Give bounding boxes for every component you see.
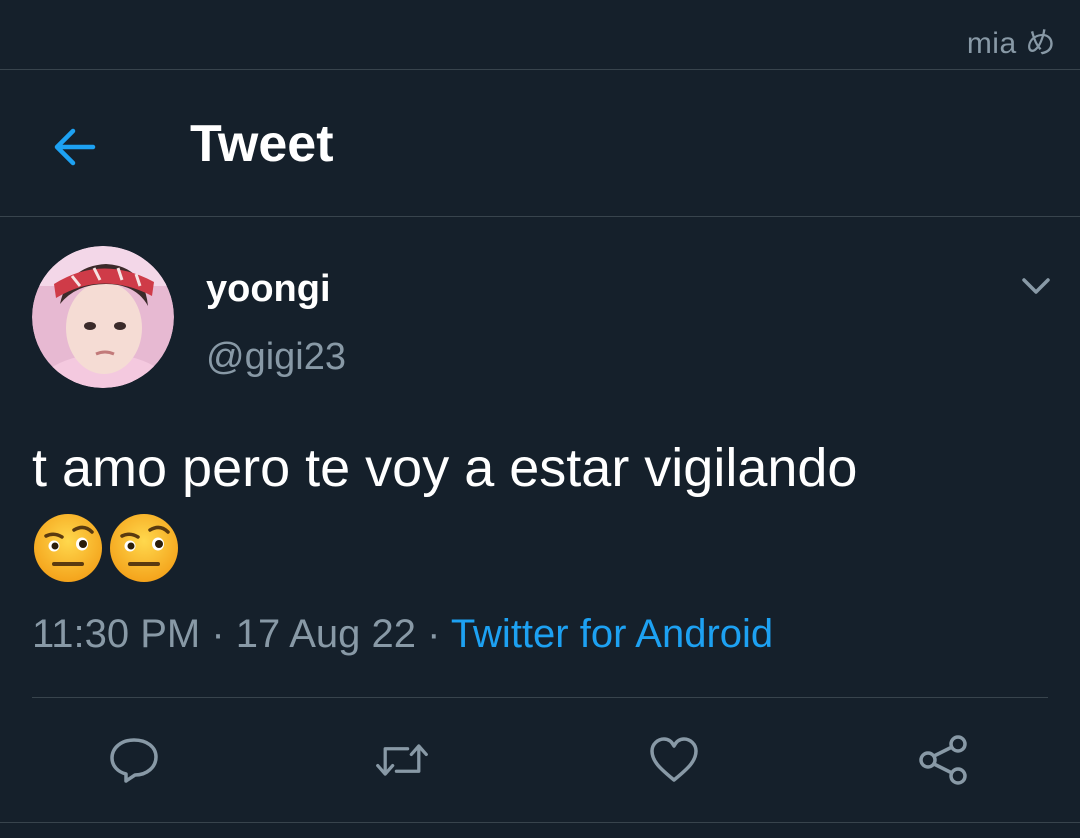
meta-separator: · (200, 612, 236, 656)
retweet-icon (376, 744, 428, 776)
retweet-button[interactable] (374, 734, 430, 786)
tweet-date: 17 Aug 22 (235, 612, 416, 656)
avatar[interactable] (32, 246, 174, 388)
avatar-image (32, 246, 174, 388)
back-button[interactable] (44, 117, 104, 177)
header-bar: Tweet (0, 70, 1080, 216)
tweet-time: 11:30 PM (32, 612, 201, 656)
more-options-button[interactable] (1014, 268, 1058, 304)
share-button[interactable] (916, 734, 972, 786)
bottom-divider (0, 822, 1080, 823)
tweet-emojis (32, 512, 180, 584)
face-with-raised-eyebrow-emoji (34, 514, 102, 582)
face-with-raised-eyebrow-emoji (110, 514, 178, 582)
user-handle[interactable]: @gigi23 (206, 336, 346, 379)
arrow-left-icon (54, 128, 96, 166)
tweet-metadata: 11:30 PM · 17 Aug 22 · Twitter for Andro… (32, 612, 773, 657)
like-button[interactable] (646, 734, 702, 786)
meta-separator: · (415, 612, 451, 656)
watermark: mia め (966, 27, 1056, 60)
display-name[interactable]: yoongi (206, 268, 331, 311)
share-icon (919, 735, 967, 785)
tweet-actions-bar (0, 698, 1080, 822)
comment-icon (110, 738, 158, 783)
tweet-source-link[interactable]: Twitter for Android (451, 612, 773, 656)
page-title: Tweet (190, 115, 334, 173)
chevron-down-icon (1022, 278, 1050, 294)
reply-button[interactable] (106, 734, 162, 786)
header-divider (0, 216, 1080, 217)
tweet-detail-screen: mia め Tweet yoongi @gigi23 t amo pero te… (0, 0, 1080, 838)
tweet-text: t amo pero te voy a estar vigilando (32, 438, 858, 498)
heart-icon (650, 737, 698, 782)
